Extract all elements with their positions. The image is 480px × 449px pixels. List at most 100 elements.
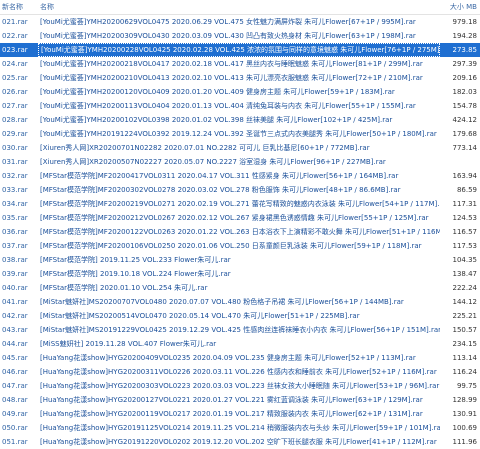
- new-name-cell: 022.rar: [2, 32, 28, 40]
- file-name-cell: [YouMi尤蜜荟]YMH20200218VOL0417 2020.02.18 …: [40, 60, 423, 68]
- table-row[interactable]: 025.rar [YouMi尤蜜荟]YMH20200210VOL0413 2020…: [0, 71, 480, 85]
- size-cell: 273.85: [452, 46, 478, 54]
- file-list-table: 新名称 名称 大小 MB 021.rar [YouMi尤蜜荟]YMH2020062…: [0, 0, 480, 446]
- size-cell: 104.35: [452, 256, 478, 264]
- table-row[interactable]: 031.rar [Xiuren秀人网]XR20200507N02227 2020.…: [0, 155, 480, 169]
- size-cell: 100.69: [452, 424, 478, 432]
- column-header-name[interactable]: 名称: [38, 0, 440, 14]
- size-cell: 225.21: [452, 312, 478, 320]
- size-cell: 99.75: [456, 382, 477, 390]
- file-name-cell: [HuaYang花漾show]HYG20200119VOL0217 2020.0…: [40, 410, 423, 418]
- file-name-cell: [HuaYang花漾show]HYG20200127VOL0221 2020.0…: [40, 396, 423, 404]
- size-cell: 979.18: [452, 18, 478, 26]
- size-cell: 124.53: [452, 214, 478, 222]
- size-cell: 222.24: [452, 284, 478, 292]
- table-row[interactable]: 034.rar [MFStar模范学院]MF20200219VOL0271 202…: [0, 197, 480, 211]
- size-cell: 117.31: [452, 200, 478, 208]
- new-name-cell: 035.rar: [2, 214, 28, 222]
- table-row[interactable]: 043.rar [MiStar魅妍社]MS20191229VOL0425 2019…: [0, 323, 480, 337]
- table-row[interactable]: 039.rar [MFStar模范学院] 2019.10.18 VOL.224 F…: [0, 267, 480, 281]
- table-row[interactable]: 036.rar [MFStar模范学院]MF20200122VOL0263 202…: [0, 225, 480, 239]
- size-cell: 116.57: [452, 228, 478, 236]
- new-name-cell: 031.rar: [2, 158, 28, 166]
- table-row[interactable]: 049.rar [HuaYang花漾show]HYG20200119VOL0217…: [0, 407, 480, 421]
- table-row[interactable]: 033.rar [MFStar模范学院]MF20200302VOL0278 202…: [0, 183, 480, 197]
- size-cell: 117.53: [452, 242, 478, 250]
- new-name-cell: 047.rar: [2, 382, 28, 390]
- file-name-cell: [HuaYang花漾show]HYG20200303VOL0223 2020.0…: [40, 382, 440, 390]
- table-row[interactable]: 044.rar [MiSS魅妍社] 2019.11.28 VOL.407 Flow…: [0, 337, 480, 351]
- table-row[interactable]: 026.rar [YouMi尤蜜荟]YMH20200120VOL0409 2020…: [0, 85, 480, 99]
- file-name-cell: [HuaYang花漾show]HYG20200409VOL0235 2020.0…: [40, 354, 416, 362]
- size-cell: 297.39: [452, 60, 478, 68]
- new-name-cell: 040.rar: [2, 284, 28, 292]
- table-row[interactable]: 027.rar [YouMi尤蜜荟]YMH20200113VOL0404 2020…: [0, 99, 480, 113]
- table-row[interactable]: 045.rar [HuaYang花漾show]HYG20200409VOL0235…: [0, 351, 480, 365]
- new-name-cell: 030.rar: [2, 144, 28, 152]
- file-name-cell: [YouMi尤蜜荟]YMH20191224VOL0392 2019.12.24 …: [40, 130, 437, 138]
- table-row[interactable]: 023.rar [YouMi尤蜜荟]YMH20200228VOL0425 2020…: [0, 43, 480, 57]
- size-cell: 154.78: [452, 102, 478, 110]
- table-row[interactable]: 035.rar [MFStar模范学院]MF20200212VOL0267 202…: [0, 211, 480, 225]
- new-name-cell: 034.rar: [2, 200, 28, 208]
- new-name-cell: 043.rar: [2, 326, 28, 334]
- table-row[interactable]: 030.rar [Xiuren秀人网]XR20200701N02282 2020.…: [0, 141, 480, 155]
- file-name-cell: [MFStar模范学院]MF20200122VOL0263 2020.01.22…: [40, 228, 440, 236]
- file-name-cell: [MFStar模范学院]MF20200219VOL0271 2020.02.19…: [40, 200, 440, 208]
- size-cell: 209.16: [452, 74, 478, 82]
- table-row[interactable]: 051.rar [HuaYang花漾show]HYG20191220VOL0202…: [0, 435, 480, 449]
- new-name-cell: 036.rar: [2, 228, 28, 236]
- file-name-cell: [Xiuren秀人网]XR20200507N02227 2020.05.07 N…: [40, 158, 386, 166]
- size-cell: 111.96: [452, 438, 478, 446]
- table-row[interactable]: 037.rar [MFStar模范学院]MF20200106VOL0250 202…: [0, 239, 480, 253]
- new-name-cell: 038.rar: [2, 256, 28, 264]
- file-name-cell: [MiStar魅妍社]MS20191229VOL0425 2019.12.29 …: [40, 326, 440, 334]
- file-name-cell: [YouMi尤蜜荟]YMH20200120VOL0409 2020.01.20 …: [40, 88, 395, 96]
- new-name-cell: 028.rar: [2, 116, 28, 124]
- table-row[interactable]: 032.rar [MFStar模范学院]MF20200417VOL0311 202…: [0, 169, 480, 183]
- new-name-cell: 050.rar: [2, 424, 28, 432]
- table-row[interactable]: 022.rar [YouMi尤蜜荟]YMH20200309VOL0430 2020…: [0, 29, 480, 43]
- file-name-cell: [MFStar模范学院]MF20200106VOL0250 2020.01.06…: [40, 242, 422, 250]
- table-row[interactable]: 028.rar [YouMi尤蜜荟]YMH20200102VOL0398 2020…: [0, 113, 480, 127]
- table-row[interactable]: 029.rar [YouMi尤蜜荟]YMH20191224VOL0392 2019…: [0, 127, 480, 141]
- size-cell: 234.15: [452, 340, 478, 348]
- table-row[interactable]: 046.rar [HuaYang花漾show]HYG20200311VOL0226…: [0, 365, 480, 379]
- table-row[interactable]: 038.rar [MFStar模范学院] 2019.11.25 VOL.233 F…: [0, 253, 480, 267]
- new-name-cell: 045.rar: [2, 354, 28, 362]
- new-name-cell: 029.rar: [2, 130, 28, 138]
- new-name-cell: 048.rar: [2, 396, 28, 404]
- file-name-cell: [MFStar模范学院]MF20200302VOL0278 2020.03.02…: [40, 186, 401, 194]
- table-row[interactable]: 024.rar [YouMi尤蜜荟]YMH20200218VOL0417 2020…: [0, 57, 480, 71]
- size-cell: [440, 155, 480, 169]
- column-header-new-name[interactable]: 新名称: [0, 0, 38, 14]
- size-cell: 424.12: [452, 116, 478, 124]
- size-cell: 773.14: [452, 144, 478, 152]
- file-name-cell: [MFStar模范学院] 2020.01.10 VOL.254 朱可儿.rar: [40, 284, 208, 292]
- column-header-size[interactable]: 大小 MB: [440, 0, 480, 14]
- file-name-cell: [YouMi尤蜜荟]YMH20200210VOL0413 2020.02.10 …: [40, 74, 423, 82]
- new-name-cell: 023.rar: [2, 46, 28, 54]
- table-row[interactable]: 050.rar [HuaYang花漾show]HYG20191125VOL0214…: [0, 421, 480, 435]
- file-name-cell: [HuaYang花漾show]HYG20191125VOL0214 2019.1…: [40, 424, 440, 432]
- file-name-cell: [MFStar模范学院]MF20200212VOL0267 2020.02.12…: [40, 214, 429, 222]
- new-name-cell: 033.rar: [2, 186, 28, 194]
- new-name-cell: 042.rar: [2, 312, 28, 320]
- new-name-cell: 041.rar: [2, 298, 28, 306]
- table-row[interactable]: 021.rar [YouMi尤蜜荟]YMH20200629VOL0475 2020…: [0, 15, 480, 29]
- size-cell: 113.14: [452, 354, 478, 362]
- table-row[interactable]: 040.rar [MFStar模范学院] 2020.01.10 VOL.254 朱…: [0, 281, 480, 295]
- size-cell: 130.91: [452, 410, 478, 418]
- new-name-cell: 026.rar: [2, 88, 28, 96]
- size-cell: 116.24: [452, 368, 478, 376]
- size-cell: 86.59: [456, 186, 477, 194]
- table-row[interactable]: 041.rar [MiStar魅妍社]MS20200707VOL0480 2020…: [0, 295, 480, 309]
- new-name-cell: 024.rar: [2, 60, 28, 68]
- new-name-cell: 025.rar: [2, 74, 28, 82]
- table-row[interactable]: 048.rar [HuaYang花漾show]HYG20200127VOL0221…: [0, 393, 480, 407]
- table-row[interactable]: 047.rar [HuaYang花漾show]HYG20200303VOL0223…: [0, 379, 480, 393]
- file-rows: 021.rar [YouMi尤蜜荟]YMH20200629VOL0475 2020…: [0, 15, 480, 449]
- table-row[interactable]: 042.rar [MiStar魅妍社]MS20200514VOL0470 2020…: [0, 309, 480, 323]
- new-name-cell: 049.rar: [2, 410, 28, 418]
- size-cell: 138.47: [452, 270, 478, 278]
